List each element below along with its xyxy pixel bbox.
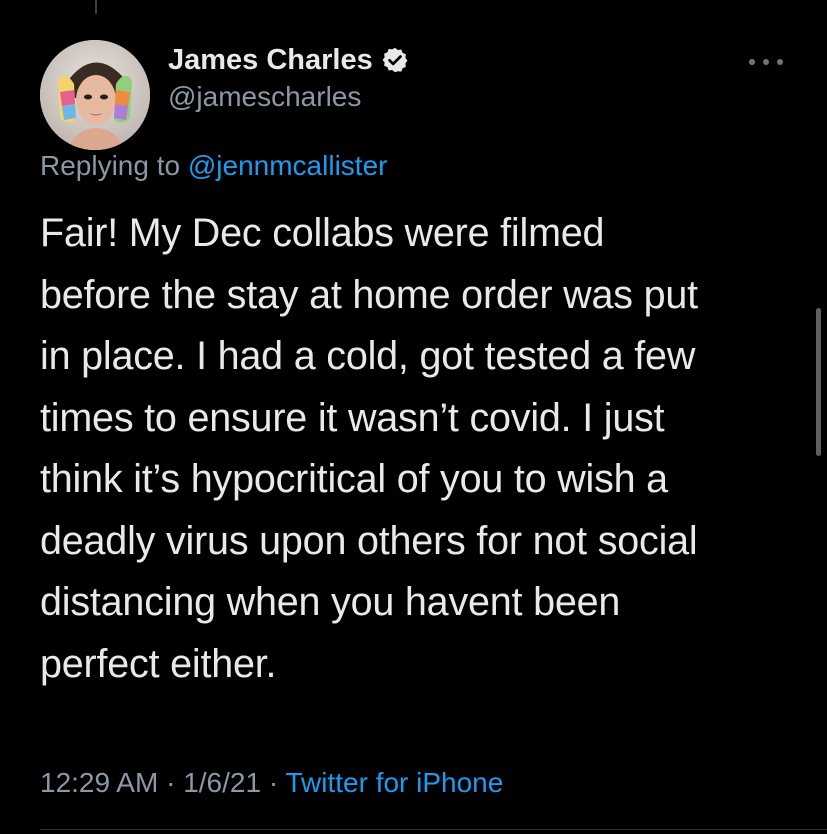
more-dot: [763, 59, 769, 65]
tweet-text: Fair! My Dec collabs were filmed before …: [40, 203, 810, 695]
thread-connector-line: [95, 0, 97, 14]
avatar[interactable]: [40, 40, 150, 150]
tweet-source-link[interactable]: Twitter for iPhone: [285, 767, 503, 798]
tweet-author[interactable]: James Charles @jamescharles: [168, 40, 409, 113]
tweet-text-line: times to ensure it wasn’t covid. I just: [40, 395, 665, 440]
tweet-text-line: deadly virus upon others for not social: [40, 518, 698, 563]
tweet-text-line: in place. I had a cold, got tested a few: [40, 334, 696, 378]
author-handle[interactable]: @jamescharles: [168, 81, 409, 113]
more-dot: [749, 59, 755, 65]
author-name-row: James Charles: [168, 40, 409, 80]
meta-separator: ·: [261, 767, 286, 798]
more-options-icon[interactable]: [749, 52, 783, 72]
verified-badge-icon: [381, 46, 409, 74]
replying-to-line: Replying to @jennmcallister: [40, 150, 387, 182]
reply-mention-link[interactable]: @jennmcallister: [188, 150, 388, 181]
tweet-date[interactable]: 1/6/21: [183, 767, 261, 798]
tweet-text-line: think it’s hypocritical of you to wish a: [40, 457, 668, 501]
author-display-name[interactable]: James Charles: [168, 44, 373, 77]
tweet-text-line: perfect either.: [40, 641, 277, 686]
tweet-time[interactable]: 12:29 AM: [40, 767, 158, 798]
tweet-text-line: before the stay at home order was put: [40, 272, 698, 317]
more-dot: [777, 59, 783, 65]
avatar-image: [40, 40, 150, 150]
tweet-metadata: 12:29 AM · 1/6/21 · Twitter for iPhone: [40, 767, 503, 799]
divider: [40, 829, 827, 830]
scrollbar[interactable]: [816, 308, 821, 456]
tweet-text-line: distancing when you havent been: [40, 580, 621, 624]
meta-separator: ·: [158, 767, 184, 798]
tweet-text-line: Fair! My Dec collabs were filmed: [40, 211, 605, 255]
replying-to-prefix: Replying to: [40, 150, 188, 181]
